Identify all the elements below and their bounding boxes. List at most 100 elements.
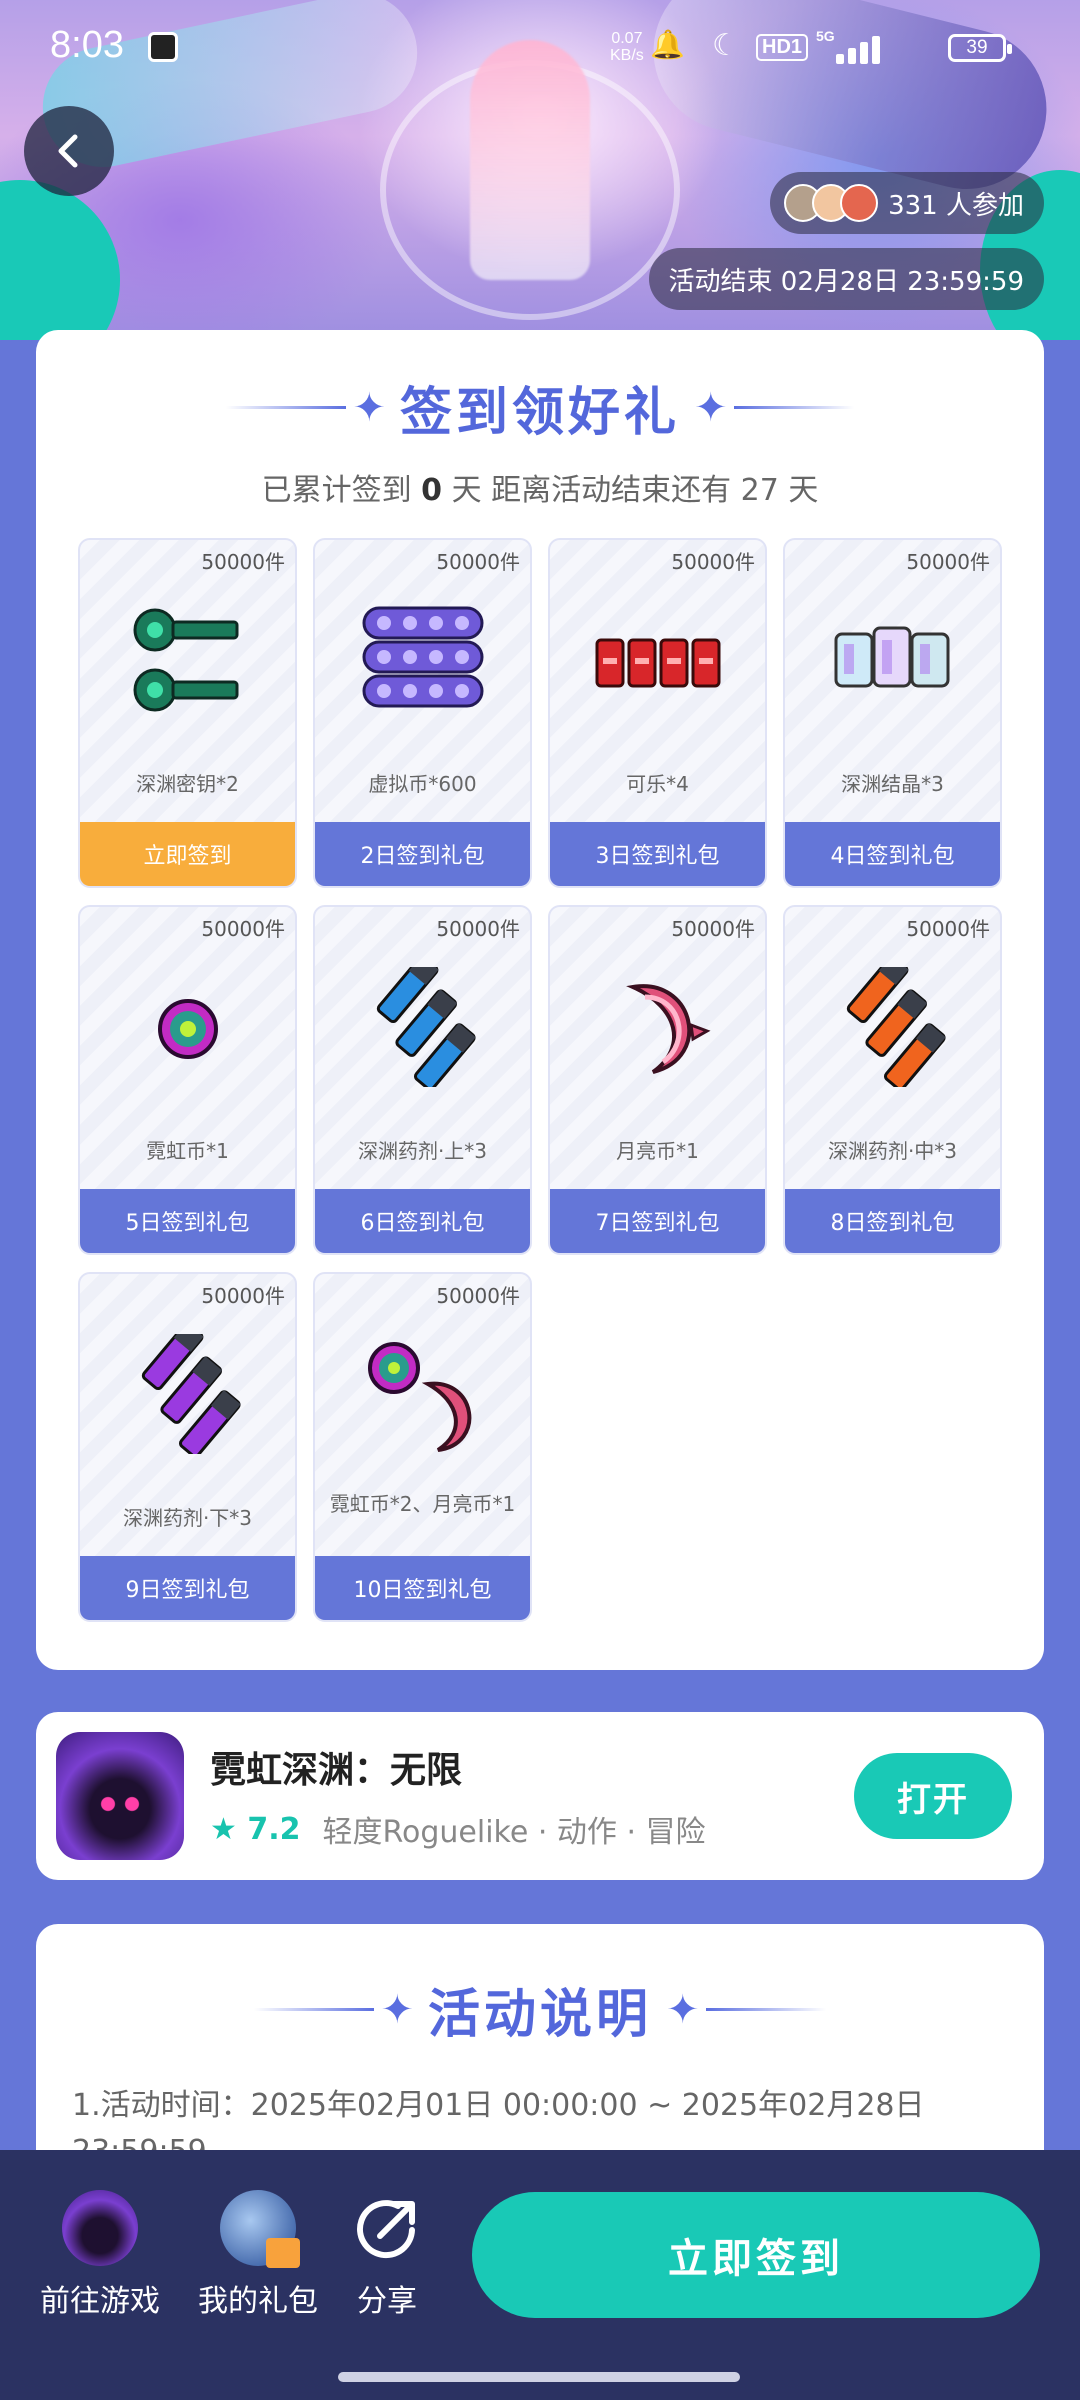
day-gift-button[interactable]: 5日签到礼包 — [80, 1189, 295, 1253]
reward-stock: 50000件 — [201, 1284, 285, 1308]
reward-tile-day7: 50000件 月亮币*1 7日签到礼包 — [548, 905, 767, 1255]
reward-tile-day1: 50000件 深渊密钥*2 立即签到 — [78, 538, 297, 888]
app-notification-icon — [148, 32, 178, 62]
game-name: 霓虹深渊：无限 — [210, 1750, 463, 1791]
gift-icon — [220, 2190, 300, 2268]
signin-progress-text: 已累计签到 0 天 距离活动结束还有 27 天 — [36, 465, 1044, 509]
game-avatar-icon — [62, 2190, 138, 2266]
neon-moon-icon — [367, 1342, 471, 1452]
hd-badge: HD1 — [756, 34, 809, 61]
potion-blue-icon — [376, 967, 476, 1087]
crystal-icon — [834, 626, 949, 688]
reward-name: 月亮币*1 — [616, 1139, 699, 1163]
signin-progress-suffix: 天 距离活动结束还有 27 天 — [451, 473, 819, 508]
description-title-text: 活动说明 — [427, 1985, 652, 2045]
share-icon — [357, 2200, 415, 2258]
moon-icon: ☾ — [712, 28, 739, 63]
game-tags: 轻度Roguelike · 动作 · 冒险 — [322, 1815, 706, 1850]
potion-purple-icon — [141, 1334, 241, 1454]
reward-tile-day8: 50000件 深渊药剂·中*3 8日签到礼包 — [783, 905, 1002, 1255]
banner-art — [0, 180, 120, 340]
signin-now-main-button[interactable]: 立即签到 — [472, 2192, 1040, 2318]
signal-label: 5G — [816, 28, 835, 44]
bell-icon: 🔔 — [650, 28, 685, 61]
bottom-action-bar: 前往游戏 我的礼包 分享 立即签到 — [0, 2150, 1080, 2400]
signin-title-text: 签到领好礼 — [399, 383, 680, 443]
back-button[interactable] — [24, 106, 114, 196]
signal-bars-icon — [836, 34, 892, 64]
day-gift-button[interactable]: 9日签到礼包 — [80, 1556, 295, 1620]
reward-tile-day4: 50000件 深渊结晶*3 4日签到礼包 — [783, 538, 1002, 888]
game-card[interactable]: 霓虹深渊：无限 ★ 7.2 轻度Roguelike · 动作 · 冒险 打开 — [36, 1712, 1044, 1880]
home-indicator[interactable] — [338, 2372, 740, 2382]
sparkle-icon: ✦ — [694, 384, 728, 431]
day-gift-button[interactable]: 8日签到礼包 — [785, 1189, 1000, 1253]
status-bar: 8:03 0.07 KB/s 🔔 ☾ HD1 5G 39 — [0, 0, 1080, 96]
day-gift-button[interactable]: 7日签到礼包 — [550, 1189, 765, 1253]
title-divider — [733, 406, 854, 409]
share-button[interactable]: 分享 — [354, 2190, 420, 2320]
reward-name: 虚拟币*600 — [368, 772, 477, 796]
day-gift-button[interactable]: 2日签到礼包 — [315, 822, 530, 886]
sparkle-icon: ✦ — [666, 1986, 700, 2033]
reward-tile-day9: 50000件 深渊药剂·下*3 9日签到礼包 — [78, 1272, 297, 1622]
coins-icon — [362, 606, 483, 708]
reward-tile-day2: 50000件 虚拟币*600 2日签到礼包 — [313, 538, 532, 888]
signin-now-button[interactable]: 立即签到 — [80, 822, 295, 886]
star-icon: ★ — [210, 1811, 237, 1847]
game-rating-value: 7.2 — [247, 1811, 301, 1847]
moon-coin-icon — [625, 984, 711, 1074]
reward-stock: 50000件 — [906, 917, 990, 941]
reward-stock: 50000件 — [436, 550, 520, 574]
game-info: 霓虹深渊：无限 ★ 7.2 轻度Roguelike · 动作 · 冒险 — [210, 1741, 854, 1851]
go-game-button[interactable]: 前往游戏 — [40, 2190, 160, 2320]
day-gift-button[interactable]: 10日签到礼包 — [315, 1556, 530, 1620]
participant-avatars — [784, 184, 879, 222]
potion-orange-icon — [846, 967, 946, 1087]
reward-tile-day6: 50000件 深渊药剂·上*3 6日签到礼包 — [313, 905, 532, 1255]
my-gifts-button[interactable]: 我的礼包 — [198, 2190, 318, 2320]
reward-name: 可乐*4 — [626, 772, 689, 796]
participants-count: 331 人参加 — [888, 190, 1024, 221]
reward-stock: 50000件 — [671, 550, 755, 574]
day-gift-button[interactable]: 4日签到礼包 — [785, 822, 1000, 886]
signin-title: ✦ 签到领好礼 ✦ — [36, 370, 1044, 445]
battery-icon: 39 — [948, 34, 1012, 62]
my-gifts-label: 我的礼包 — [198, 2284, 318, 2319]
game-rating: ★ 7.2 — [210, 1812, 301, 1847]
game-icon[interactable] — [56, 1732, 184, 1860]
title-divider — [254, 2008, 375, 2011]
cola-icon — [595, 638, 720, 688]
game-meta: ★ 7.2 轻度Roguelike · 动作 · 冒险 — [210, 1807, 854, 1851]
reward-name: 深渊药剂·下*3 — [122, 1506, 253, 1530]
reward-tile-day3: 50000件 可乐*4 3日签到礼包 — [548, 538, 767, 888]
reward-tile-day10: 50000件 霓虹币*2、月亮币*1 10日签到礼包 — [313, 1272, 532, 1622]
go-game-label: 前往游戏 — [40, 2284, 160, 2319]
open-game-button[interactable]: 打开 — [854, 1753, 1012, 1839]
net-speed-value: 0.07 — [611, 30, 643, 47]
avatar — [840, 184, 879, 222]
reward-name: 深渊密钥*2 — [136, 772, 239, 796]
reward-name: 霓虹币*1 — [146, 1139, 229, 1163]
title-divider — [705, 2008, 826, 2011]
day-gift-button[interactable]: 3日签到礼包 — [550, 822, 765, 886]
reward-tile-day5: 50000件 霓虹币*1 5日签到礼包 — [78, 905, 297, 1255]
reward-name: 深渊结晶*3 — [841, 772, 944, 796]
sparkle-icon: ✦ — [380, 1986, 414, 2033]
net-speed: 0.07 KB/s — [610, 30, 644, 64]
sparkle-icon: ✦ — [352, 384, 386, 431]
signin-card: ✦ 签到领好礼 ✦ 已累计签到 0 天 距离活动结束还有 27 天 50000件… — [36, 330, 1044, 1670]
activity-end-time: 活动结束 02月28日 23:59:59 — [648, 248, 1044, 310]
reward-stock: 50000件 — [201, 917, 285, 941]
reward-stock: 50000件 — [436, 1284, 520, 1308]
key-icon — [133, 608, 238, 712]
signin-days-count: 0 — [421, 473, 443, 508]
day-gift-button[interactable]: 6日签到礼包 — [315, 1189, 530, 1253]
reward-stock: 50000件 — [436, 917, 520, 941]
chevron-left-icon — [58, 134, 78, 168]
reward-name: 深渊药剂·中*3 — [827, 1139, 958, 1163]
reward-stock: 50000件 — [671, 917, 755, 941]
title-divider — [226, 406, 347, 409]
signin-progress-prefix: 已累计签到 — [261, 473, 412, 508]
status-time: 8:03 — [50, 24, 124, 66]
